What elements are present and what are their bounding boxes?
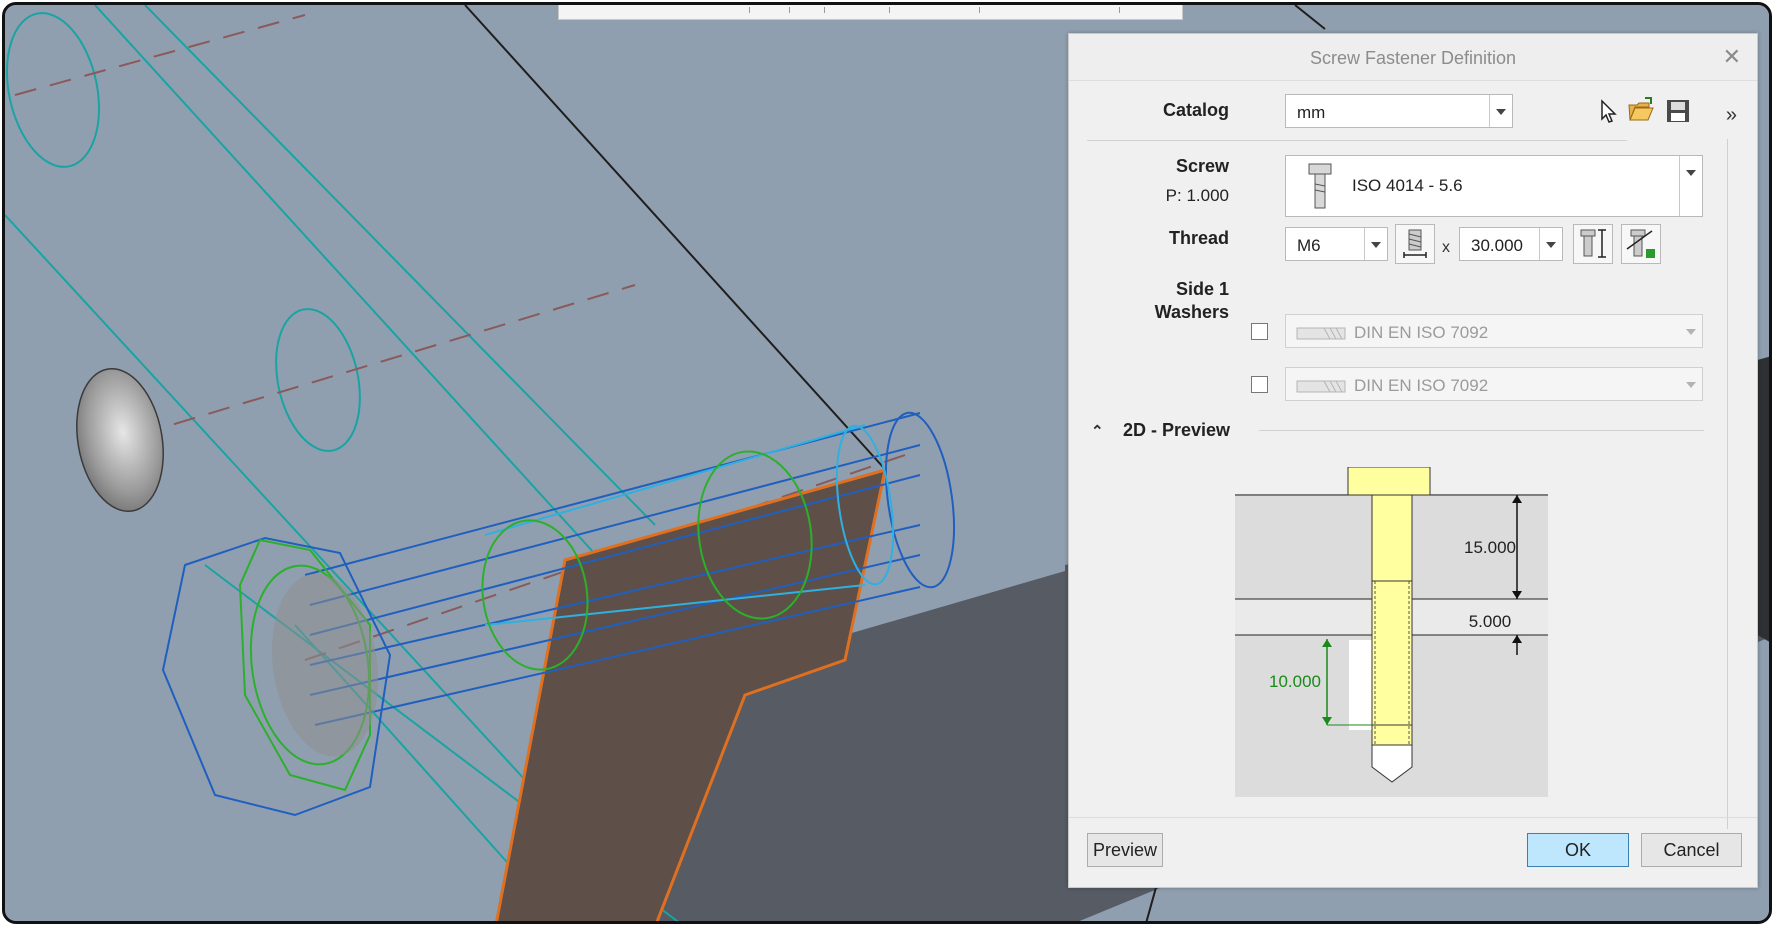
washer2-select[interactable]: DIN EN ISO 7092 xyxy=(1285,367,1703,401)
chevron-down-icon xyxy=(1364,228,1387,260)
thread-size-select[interactable]: M6 xyxy=(1285,227,1388,261)
application-window: Screw Fastener Definition ✕ » Catalog mm… xyxy=(2,2,1772,924)
screw-label: Screw xyxy=(1175,156,1229,176)
thread-label: Thread xyxy=(1168,228,1229,248)
cancel-button[interactable]: Cancel xyxy=(1641,833,1742,867)
catalog-select[interactable]: mm xyxy=(1285,94,1513,128)
chevron-down-icon xyxy=(1680,315,1702,347)
washer2-checkbox[interactable] xyxy=(1251,376,1268,393)
washer1-checkbox[interactable] xyxy=(1251,323,1268,340)
washers-label: Washers xyxy=(1154,302,1229,322)
chevron-down-icon xyxy=(1489,95,1512,127)
washers-label-side: Side 1 xyxy=(1175,279,1229,299)
thread-depth-button[interactable] xyxy=(1395,224,1435,264)
viewport-toolbar-strip xyxy=(558,5,1183,20)
double-chevron-right-icon[interactable]: » xyxy=(1726,104,1737,127)
washer-icon xyxy=(1296,327,1346,340)
fastener-2d-preview: 15.000 5.000 10.000 xyxy=(1235,467,1548,797)
washer-icon xyxy=(1296,380,1346,393)
dim-top-label: 15.000 xyxy=(1464,538,1516,557)
screw-fastener-dialog: Screw Fastener Definition ✕ » Catalog mm… xyxy=(1068,33,1758,888)
screw-select[interactable]: ISO 4014 - 5.6 xyxy=(1285,155,1703,217)
auto-screw-icon xyxy=(1626,229,1655,258)
bolt-icon xyxy=(1308,163,1332,209)
dim-mid-label: 5.000 xyxy=(1469,612,1512,631)
collapse-chevron-icon[interactable]: ⌃ xyxy=(1091,422,1104,440)
screw-value: ISO 4014 - 5.6 xyxy=(1352,176,1463,195)
thread-depth-icon xyxy=(1403,229,1427,258)
screw-length-icon xyxy=(1580,229,1606,258)
save-icon[interactable] xyxy=(1665,98,1691,124)
chevron-down-icon xyxy=(1679,156,1702,216)
dialog-vertical-rule xyxy=(1727,139,1728,829)
catalog-value: mm xyxy=(1297,103,1326,122)
washer1-select[interactable]: DIN EN ISO 7092 xyxy=(1285,314,1703,348)
close-icon[interactable]: ✕ xyxy=(1723,44,1741,70)
washer2-value: DIN EN ISO 7092 xyxy=(1354,376,1489,395)
times-sign: x xyxy=(1442,239,1450,256)
dialog-title-bar[interactable]: Screw Fastener Definition ✕ xyxy=(1069,34,1757,81)
select-cursor-icon[interactable] xyxy=(1597,98,1619,124)
screw-length-button[interactable] xyxy=(1573,224,1613,264)
ok-button[interactable]: OK xyxy=(1527,833,1629,867)
thread-length-input[interactable]: 30.000 xyxy=(1459,227,1563,261)
chevron-down-icon xyxy=(1680,368,1702,400)
open-folder-icon[interactable] xyxy=(1627,96,1655,124)
catalog-label: Catalog xyxy=(1162,100,1229,120)
thread-size-value: M6 xyxy=(1297,236,1321,255)
dim-engage-label: 10.000 xyxy=(1269,672,1321,691)
auto-screw-button[interactable] xyxy=(1621,224,1661,264)
preview-button[interactable]: Preview xyxy=(1087,833,1163,867)
screw-pitch: P: 1.000 xyxy=(1165,186,1229,205)
chevron-down-icon xyxy=(1539,228,1562,260)
preview-section-label: 2D - Preview xyxy=(1123,420,1231,440)
thread-length-value: 30.000 xyxy=(1471,236,1523,255)
dialog-title: Screw Fastener Definition xyxy=(1309,48,1517,68)
washer1-value: DIN EN ISO 7092 xyxy=(1354,323,1489,342)
